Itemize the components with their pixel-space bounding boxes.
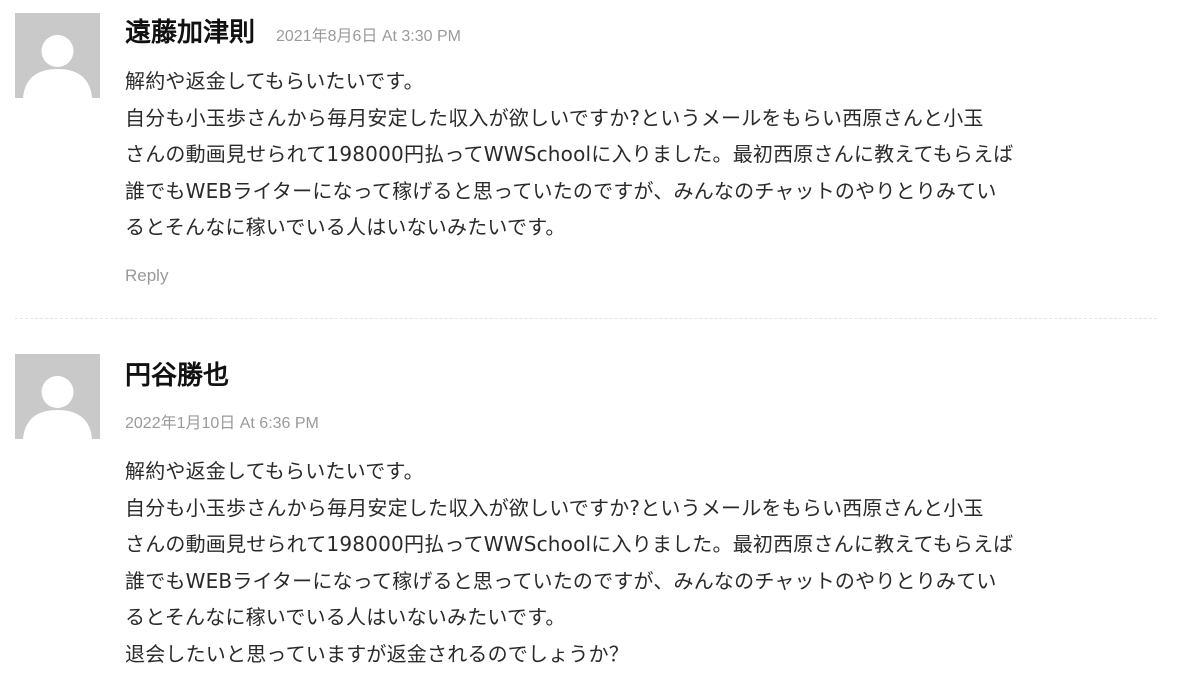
comment-line: 解約や返金してもらいたいです。 xyxy=(125,459,424,483)
comment-date[interactable]: 2022年1月10日 At 6:36 PM xyxy=(125,414,319,434)
comment-line: さんの動画見せられて198000円払ってWWSchoolに入りました。最初西原さ… xyxy=(125,532,1014,556)
comment-author: 円谷勝也 xyxy=(125,361,230,391)
comment-line: 誰でもWEBライターになって稼げると思っていたのですが、みんなのチャットのやりと… xyxy=(125,568,997,593)
comment-line: 自分も小玉歩さんから毎月安定した収入が欲しいですか?というメールをもらい西原さん… xyxy=(125,495,984,520)
comment-line: 解約や返金してもらいたいです。 xyxy=(125,69,424,93)
comment-line: るとそんなに稼いでいる人はいないみたいです。 xyxy=(125,605,566,629)
comment-line: 誰でもWEBライターになって稼げると思っていたのですが、みんなのチャットのやりと… xyxy=(125,178,997,203)
comment-body: 解約や返金してもらいたいです。 自分も小玉歩さんから毎月安定した収入が欲しいです… xyxy=(125,63,1175,246)
comment-body: 解約や返金してもらいたいです。 自分も小玉歩さんから毎月安定した収入が欲しいです… xyxy=(125,453,1175,672)
comment-line: るとそんなに稼いでいる人はいないみたいです。 xyxy=(125,215,566,239)
comment-date[interactable]: 2021年8月6日 At 3:30 PM xyxy=(276,27,461,47)
avatar xyxy=(15,13,100,98)
comment-author: 遠藤加津則 xyxy=(125,18,256,48)
default-avatar-icon xyxy=(15,354,100,439)
comment-line: さんの動画見せられて198000円払ってWWSchoolに入りました。最初西原さ… xyxy=(125,142,1014,166)
reply-link[interactable]: Reply xyxy=(125,265,168,287)
comment-line: 自分も小玉歩さんから毎月安定した収入が欲しいですか?というメールをもらい西原さん… xyxy=(125,105,984,130)
comment-line: 退会したいと思っていますが返金されるのでしょうか？ xyxy=(125,641,629,666)
comment-divider xyxy=(15,318,1157,319)
default-avatar-icon xyxy=(15,13,100,98)
avatar xyxy=(15,354,100,439)
